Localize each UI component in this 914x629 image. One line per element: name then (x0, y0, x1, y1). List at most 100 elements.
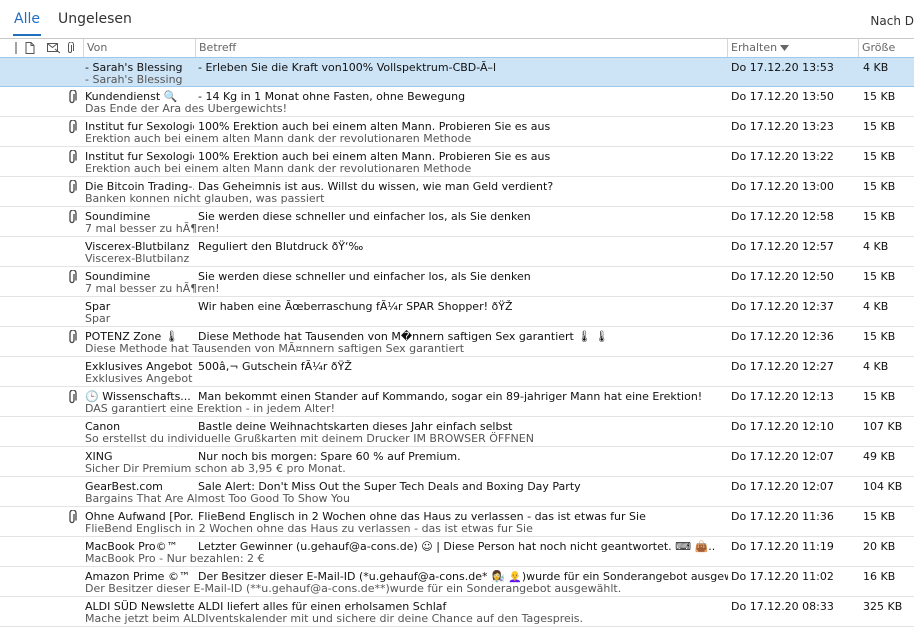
message-size: 107 KB (863, 420, 903, 433)
message-size: 15 KB (863, 120, 896, 133)
message-date: Do 17.12.20 12:58 (731, 210, 834, 223)
paperclip-icon (69, 90, 77, 104)
message-row[interactable]: POTENZ Zone 🌡 Diese Methode hat Tausenden… (0, 327, 914, 357)
message-preview: So erstellst du individuelle Grußkarten … (85, 432, 534, 445)
tab-all[interactable]: Alle (14, 11, 40, 27)
message-date: Do 17.12.20 12:50 (731, 270, 834, 283)
sort-by-dropdown[interactable]: Nach D (870, 14, 914, 28)
message-row[interactable]: Exklusives Angebot 500â‚¬ Gutschein fÃ¼r … (0, 357, 914, 387)
message-row[interactable]: Spar Wir haben eine Ãœberraschung fÃ¼r SP… (0, 297, 914, 327)
message-preview: Bargains That Are Almost Too Good To Sho… (85, 492, 350, 505)
paperclip-icon (69, 120, 77, 134)
message-row[interactable]: Soundimine Sie werden diese schneller und… (0, 267, 914, 297)
message-row[interactable]: MacBook Pro©™ Letzter Gewinner (u.gehauf@… (0, 537, 914, 567)
message-row[interactable]: GearBest.com Sale Alert: Don't Miss Out t… (0, 477, 914, 507)
message-date: Do 17.12.20 12:10 (731, 420, 834, 433)
message-date: Do 17.12.20 13:50 (731, 90, 834, 103)
paperclip-icon (69, 210, 77, 224)
paperclip-icon (69, 330, 77, 344)
message-row[interactable]: Die Bitcoin Trading-... Das Geheimnis ist… (0, 177, 914, 207)
message-row[interactable]: Kundendienst 🔍 - 14 Kg in 1 Monat ohne Fa… (0, 87, 914, 117)
message-size: 15 KB (863, 510, 896, 523)
message-size: 4 KB (863, 61, 889, 74)
sort-down-icon (780, 45, 789, 51)
message-size: 325 KB (863, 600, 903, 613)
tab-all-underline (13, 34, 41, 36)
message-row[interactable]: Ohne Aufwand [Por... FlieBend Englisch in… (0, 507, 914, 537)
message-preview: Exklusives Angebot (85, 372, 193, 385)
message-preview: MacBook Pro - Nur bezahlen: 2 € (85, 552, 265, 565)
message-size: 15 KB (863, 390, 896, 403)
message-size: 4 KB (863, 360, 889, 373)
message-preview: DAS garantiert eine Erektion - in jedem … (85, 402, 336, 415)
message-size: 16 KB (863, 570, 896, 583)
message-preview: FlieBend Englisch in 2 Wochen ohne das H… (85, 522, 533, 535)
message-date: Do 17.12.20 13:23 (731, 120, 834, 133)
message-date: Do 17.12.20 12:37 (731, 300, 834, 313)
message-date: Do 17.12.20 08:33 (731, 600, 834, 613)
message-preview: Der Besitzer dieser E-Mail-ID (**u.gehau… (85, 582, 622, 595)
message-date: Do 17.12.20 12:36 (731, 330, 834, 343)
message-preview: Mache jetzt beim ALDIventskalender mit u… (85, 612, 584, 625)
message-size: 15 KB (863, 210, 896, 223)
message-date: Do 17.12.20 13:00 (731, 180, 834, 193)
message-row[interactable]: - Sarah's Blessing - Erleben Sie die Kraf… (0, 57, 914, 87)
tab-unread[interactable]: Ungelesen (58, 11, 132, 27)
view-filter-bar: Alle Ungelesen Nach D (0, 0, 914, 38)
message-row[interactable]: XING Nur noch bis morgen: Spare 60 % auf … (0, 447, 914, 477)
column-received-label: Erhalten (731, 41, 778, 54)
message-row[interactable]: Soundimine Sie werden diese schneller und… (0, 207, 914, 237)
message-preview: Das Ende der Ara des Ubergewichts! (85, 102, 288, 115)
paperclip-icon (69, 180, 77, 194)
message-size: 15 KB (863, 180, 896, 193)
paperclip-icon (69, 150, 77, 164)
importance-icon[interactable] (14, 42, 18, 54)
paperclip-icon (69, 510, 77, 524)
message-date: Do 17.12.20 11:36 (731, 510, 834, 523)
message-size: 15 KB (863, 150, 896, 163)
message-date: Do 17.12.20 13:22 (731, 150, 834, 163)
message-date: Do 17.12.20 11:19 (731, 540, 834, 553)
message-row[interactable]: Institut fur Sexologie 100% Erektion auch… (0, 117, 914, 147)
message-preview: Diese Methode hat Tausenden von MÃ¤nnern… (85, 342, 465, 355)
message-row[interactable]: Institut fur Sexologie 100% Erektion auch… (0, 147, 914, 177)
attachment-icon[interactable] (66, 42, 74, 54)
message-size: 104 KB (863, 480, 903, 493)
message-date: Do 17.12.20 13:53 (731, 61, 834, 74)
message-size: 15 KB (863, 90, 896, 103)
message-date: Do 17.12.20 12:57 (731, 240, 834, 253)
paperclip-icon (69, 270, 77, 284)
document-icon[interactable] (25, 42, 35, 54)
message-preview: 7 mal besser zu hÃ¶ren! (85, 222, 220, 235)
message-preview: 7 mal besser zu hÃ¶ren! (85, 282, 220, 295)
column-subject[interactable]: Betreff (195, 39, 727, 57)
column-header-row: Von Betreff Erhalten Größe (0, 38, 914, 58)
message-date: Do 17.12.20 12:07 (731, 450, 834, 463)
message-size: 15 KB (863, 270, 896, 283)
message-row[interactable]: ALDI SÜD Newsletter ALDI liefert alles fü… (0, 597, 914, 627)
message-preview: Banken konnen nicht glauben, was passier… (85, 192, 325, 205)
reminder-icon[interactable] (47, 42, 61, 54)
column-from[interactable]: Von (83, 39, 195, 57)
message-date: Do 17.12.20 12:27 (731, 360, 834, 373)
message-date: Do 17.12.20 12:13 (731, 390, 834, 403)
message-row[interactable]: 🕒 Wissenschafts... Man bekommt einen Stan… (0, 387, 914, 417)
message-size: 15 KB (863, 330, 896, 343)
message-date: Do 17.12.20 12:07 (731, 480, 834, 493)
message-preview: Viscerex-Blutbilanz (85, 252, 190, 265)
message-size: 20 KB (863, 540, 896, 553)
message-size: 4 KB (863, 240, 889, 253)
message-row[interactable]: Viscerex-Blutbilanz Reguliert den Blutdru… (0, 237, 914, 267)
message-date: Do 17.12.20 11:02 (731, 570, 834, 583)
message-preview: Spar (85, 312, 111, 325)
message-row[interactable]: Canon Bastle deine Weihnachtskarten diese… (0, 417, 914, 447)
paperclip-icon (69, 390, 77, 404)
column-size[interactable]: Größe (858, 39, 914, 57)
column-received[interactable]: Erhalten (727, 39, 858, 57)
message-preview: Erektion auch bei einem alten Mann dank … (85, 132, 472, 145)
message-preview: Sicher Dir Premium schon ab 3,95 € pro M… (85, 462, 346, 475)
message-preview: Erektion auch bei einem alten Mann dank … (85, 162, 472, 175)
message-preview: - Sarah's Blessing (85, 73, 183, 86)
message-row[interactable]: Amazon Prime ©™ Der Besitzer dieser E-Mai… (0, 567, 914, 597)
message-size: 49 KB (863, 450, 896, 463)
